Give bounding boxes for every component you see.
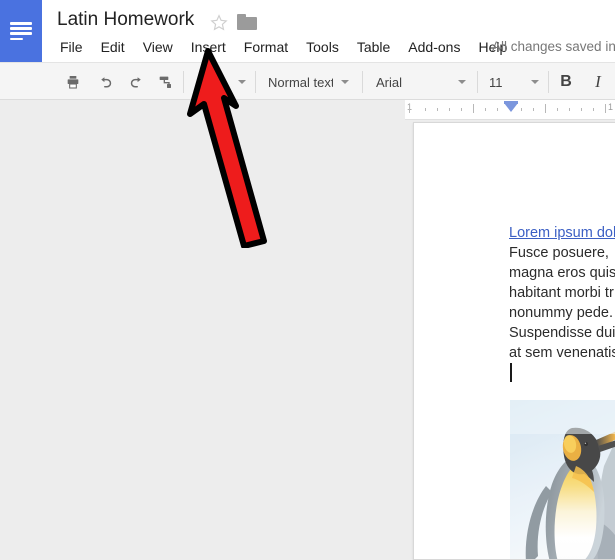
font-family-value: Arial [376, 74, 403, 90]
document-line: at sem venenatis [509, 345, 615, 361]
star-outline-icon[interactable] [209, 13, 229, 33]
document-hyperlink[interactable]: Lorem ipsum dol [509, 223, 615, 243]
document-page[interactable]: Lorem ipsum dol Fusce posuere, magna ero… [413, 122, 615, 560]
print-button[interactable] [60, 69, 86, 95]
document-text-body[interactable]: Lorem ipsum dol Fusce posuere, magna ero… [509, 223, 615, 363]
italic-button[interactable]: I [585, 69, 611, 95]
horizontal-ruler[interactable]: 1 1 [405, 100, 615, 120]
chevron-down-icon [341, 80, 349, 84]
document-line: Suspendisse dui [509, 325, 615, 341]
document-line: Fusce posuere, [509, 245, 609, 261]
menu-item-insert[interactable]: Insert [182, 36, 235, 58]
docs-lines-icon [10, 22, 32, 41]
font-family-dropdown[interactable]: Arial [370, 69, 472, 95]
document-title[interactable]: Latin Homework [57, 9, 194, 31]
menu-item-format[interactable]: Format [235, 36, 297, 58]
menu-item-view[interactable]: View [134, 36, 182, 58]
document-line: magna eros quis [509, 265, 615, 281]
menu-bar: File Edit View Insert Format Tools Table… [55, 36, 516, 58]
menu-item-tools[interactable]: Tools [297, 36, 348, 58]
redo-button[interactable] [123, 69, 149, 95]
undo-icon [100, 76, 111, 87]
docs-home-logo[interactable] [0, 0, 42, 62]
chevron-down-icon [238, 80, 246, 84]
paint-format-icon [159, 76, 171, 88]
document-line: nonummy pede. [509, 305, 613, 321]
menu-item-table[interactable]: Table [348, 36, 399, 58]
ruler-number-right: 1 [608, 102, 614, 112]
save-status-text: All changes saved in [492, 39, 615, 54]
document-canvas[interactable]: Lorem ipsum dol Fusce posuere, magna ero… [0, 121, 615, 560]
google-docs-window: Latin Homework File Edit View Insert For… [0, 0, 615, 560]
menu-item-add-ons[interactable]: Add-ons [399, 36, 469, 58]
toolbar: Normal text Arial 11 B I [0, 62, 615, 100]
menu-item-edit[interactable]: Edit [92, 36, 134, 58]
paint-format-button[interactable] [152, 69, 178, 95]
king-penguin-photo[interactable] [510, 400, 615, 559]
paragraph-style-value: Normal text [268, 74, 333, 90]
move-to-folder-icon[interactable] [237, 14, 259, 32]
chevron-down-icon [458, 80, 466, 84]
document-line: habitant morbi tr [509, 285, 614, 301]
zoom-dropdown[interactable] [190, 69, 252, 95]
chevron-down-icon [531, 80, 539, 84]
font-size-dropdown[interactable]: 11 [483, 69, 545, 95]
font-size-value: 11 [489, 74, 503, 90]
paragraph-style-dropdown[interactable]: Normal text [262, 69, 355, 95]
print-icon [67, 76, 79, 89]
menu-item-file[interactable]: File [55, 36, 92, 58]
text-cursor [510, 363, 512, 382]
header-zone: Latin Homework File Edit View Insert For… [0, 0, 615, 62]
redo-icon [130, 76, 141, 87]
undo-button[interactable] [92, 69, 118, 95]
left-indent-marker[interactable] [504, 103, 518, 112]
bold-button[interactable]: B [553, 69, 579, 95]
